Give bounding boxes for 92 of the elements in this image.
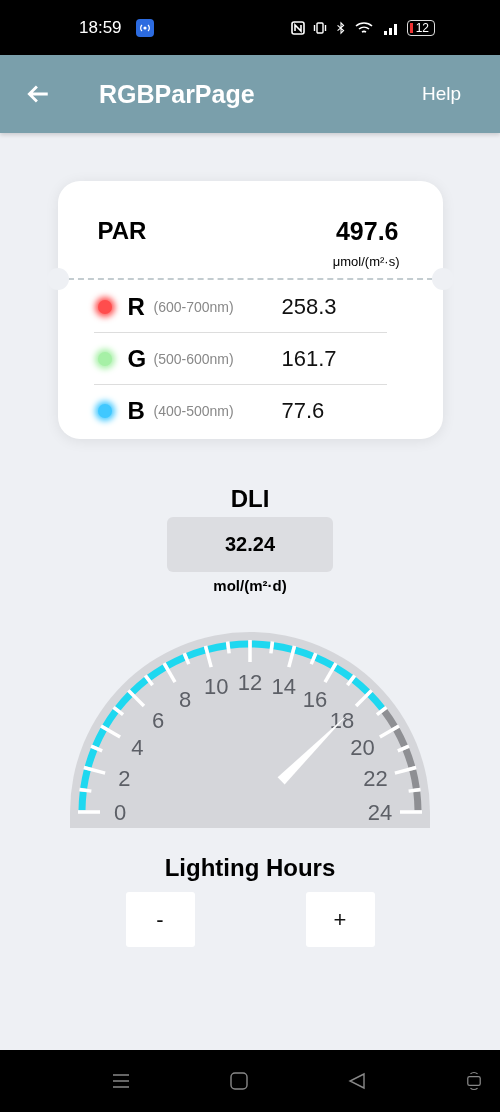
scale-label: 2 [118,766,131,792]
gauge-tick [309,652,318,665]
gauge-tick [225,641,231,654]
scale-label: 18 [329,708,355,734]
gauge-segment [186,646,206,660]
bluetooth-icon [334,20,347,35]
gauge-tick [248,640,252,662]
gauge-segment [78,791,87,811]
dli-unit: mol/(m²·d) [213,577,287,594]
gauge-tick [143,674,154,687]
channel-letter: R [127,292,146,321]
gauge-segment [413,791,422,811]
gauge-tick [78,810,100,814]
par-unit: μmol/(m²·s) [332,254,400,269]
page-title: RGBParPage [99,79,255,109]
vibrate-icon [312,20,327,35]
gauge-tick [203,645,213,668]
scale-label: 10 [204,674,229,700]
scale-label: 14 [271,674,296,700]
gauge-tick [400,810,422,814]
gauge-tick [379,724,400,739]
gauge-segment [409,769,420,789]
gauge-tick [397,744,410,753]
gauge-tick [100,724,121,739]
gauge-tick [79,787,92,793]
gauge-segment [393,727,408,748]
scale-label: 20 [350,735,375,760]
gauge-segment [314,654,335,669]
channel-letter: B [127,396,146,425]
gauge-tick [269,641,275,654]
gauge-segment [333,664,353,681]
gauge-segment [229,640,249,649]
gauge-segment [165,654,186,669]
scale-label: 12 [237,670,263,695]
scale-label: 24 [367,800,393,825]
scale-label: 6 [151,708,165,734]
channel-value: 77.6 [281,397,325,424]
gauge-segment [92,727,107,748]
scale-label: 16 [302,687,328,713]
gauge-tick [127,689,146,708]
scale-label: 8 [178,687,192,713]
channel-letter: G [127,344,148,373]
gauge-segment [351,677,370,695]
gauge-tick [408,787,421,793]
gauge-segment [367,692,385,711]
gauge-tick [182,652,191,665]
menu-icon[interactable] [112,1074,130,1088]
gauge-tick [323,662,338,683]
gauge-tick [162,662,177,683]
gauge-segment [84,748,98,768]
gauge-tick [394,765,417,775]
scale-label: 22 [363,766,388,792]
gauge-tick [287,645,297,668]
gauge-segment [102,709,119,729]
gauge-segment [115,692,133,711]
par-value: 497.6 [335,217,399,246]
wifi-icon [354,20,375,35]
nfc-icon [290,20,305,35]
channel-value: 161.7 [281,345,337,372]
gauge-tick [90,744,103,753]
gauge-segment [273,642,293,653]
channel-value: 258.3 [281,293,337,320]
decrease-button[interactable]: - [125,892,195,947]
battery-indicator: 12 [406,19,435,36]
dli-value: 32.24 [167,517,333,572]
gauge-segment [294,646,314,660]
home-icon[interactable] [230,1072,248,1090]
gauge-segment [130,677,149,695]
broadcast-icon [135,18,154,37]
back-icon[interactable] [348,1072,366,1090]
increase-button[interactable]: + [305,892,375,947]
gauge-tick [354,689,373,708]
scale-label: 0 [113,800,127,825]
dli-label: DLI [230,485,270,513]
scale-label: 4 [131,735,144,760]
gauge-segment [147,664,167,681]
gauge-segment [251,640,271,649]
gauge-segment [207,642,227,653]
wavelength-range: (500-600nm) [153,350,235,367]
gauge-tick [375,705,388,716]
gauge-segment [381,709,398,729]
wavelength-range: (600-700nm) [153,298,235,315]
rotate-icon[interactable] [466,1071,482,1091]
status-time: 18:59 [79,17,122,38]
wavelength-range: (400-500nm) [153,402,235,419]
gauge-tick [83,765,106,775]
gauge-segment [402,748,416,768]
lighting-hours-label: Lighting Hours [164,854,336,882]
gauge-segment [80,769,91,789]
par-label: PAR [97,217,147,246]
gauge-tick [112,705,125,716]
gauge-tick [346,674,357,687]
